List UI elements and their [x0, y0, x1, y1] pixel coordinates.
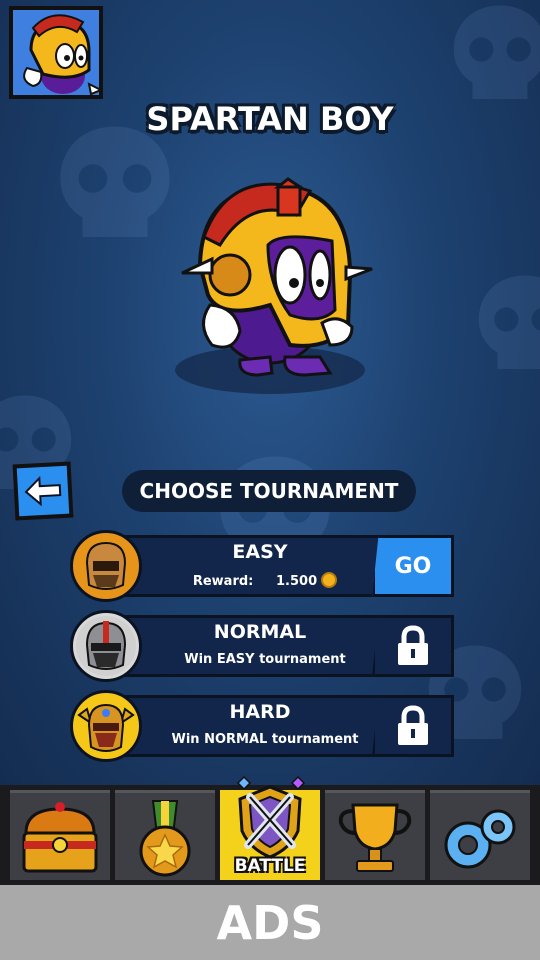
reward-text: Reward: 1.500 [160, 572, 370, 589]
skull-decoration-icon [453, 5, 540, 100]
trophy-icon [338, 803, 412, 872]
gold-helmet-icon [76, 696, 136, 756]
tournament-name: NORMAL [213, 621, 307, 643]
tournament-row-easy: EASY Reward: 1.500 GO [70, 530, 460, 602]
reward-value: 1.500 [276, 574, 318, 589]
spartan-avatar-icon [23, 14, 99, 95]
arrow-left-icon [24, 475, 62, 507]
gears-icon [444, 809, 516, 869]
tournament-requirement: Win NORMAL tournament [171, 732, 359, 747]
hard-helmet-emblem [70, 690, 142, 762]
tournament-row-normal: NORMAL Win EASY tournament [70, 610, 460, 682]
easy-helmet-emblem [70, 530, 142, 602]
locked-button[interactable] [372, 615, 454, 677]
nav-item-battle[interactable]: BATTLE [220, 775, 320, 880]
silver-helmet-icon [76, 616, 136, 676]
lock-icon [398, 705, 428, 745]
nav-item-leaderboard[interactable] [325, 790, 425, 880]
reward-label: Reward: [192, 574, 254, 589]
nav-item-settings[interactable] [430, 790, 530, 880]
lock-icon [398, 625, 428, 665]
spartan-character-illustration [175, 177, 373, 394]
character-avatar-button[interactable] [9, 6, 103, 99]
bronze-helmet-icon [76, 536, 136, 596]
tournament-name: EASY [232, 541, 288, 563]
bottom-navigation: BATTLE [0, 775, 540, 885]
nav-item-achievements[interactable] [115, 790, 215, 880]
nav-item-shop[interactable] [10, 790, 110, 880]
locked-button[interactable] [372, 695, 454, 757]
tournament-requirement: Win EASY tournament [184, 652, 346, 667]
treasure-chest-icon [22, 802, 98, 873]
back-button[interactable] [12, 461, 74, 521]
nav-battle-label: BATTLE [234, 856, 306, 876]
go-button[interactable]: GO [372, 535, 454, 597]
battle-shield-icon [236, 775, 306, 859]
medal-icon [139, 800, 191, 877]
normal-helmet-emblem [70, 610, 142, 682]
tournament-name: HARD [229, 701, 291, 723]
coin-icon [321, 572, 338, 588]
ads-banner[interactable]: ADS [0, 885, 540, 960]
choose-tournament-heading: CHOOSE TOURNAMENT [122, 470, 416, 512]
character-name: SPARTAN BOY [146, 100, 394, 138]
tournament-row-hard: HARD Win NORMAL tournament [70, 690, 460, 762]
skull-decoration-icon [478, 275, 540, 369]
